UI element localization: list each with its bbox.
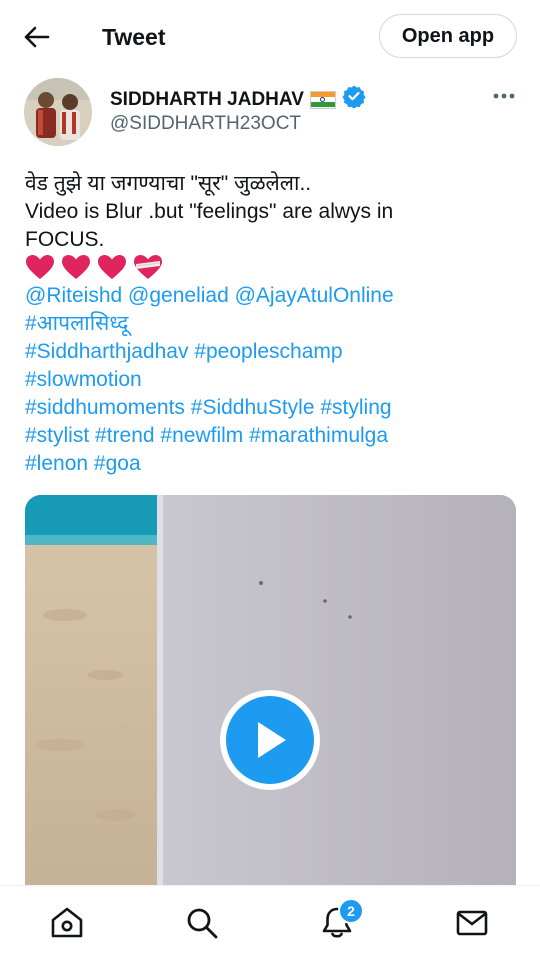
tweet-line: Video is Blur .but "feelings" are alwys … bbox=[25, 200, 394, 223]
mention-link[interactable]: @AjayAtulOnline bbox=[235, 284, 394, 307]
notification-count-badge: 2 bbox=[338, 898, 364, 924]
heart-emoji bbox=[26, 255, 54, 279]
india-flag-icon bbox=[309, 90, 336, 109]
hashtag-line: #आपलासिध्दू bbox=[25, 310, 525, 338]
hashtag-link[interactable]: #goa bbox=[94, 452, 141, 475]
tweet-line: वेड तुझे या जगण्याचा "सूर" जुळलेला.. bbox=[25, 172, 312, 195]
hashtag-line: #slowmotion bbox=[25, 366, 525, 394]
more-icon[interactable] bbox=[490, 86, 518, 106]
hashtag-link[interactable]: #Siddharthjadhav bbox=[25, 340, 188, 363]
tweet-text: वेड तुझे या जगण्याचा "सूर" जुळलेला.. Vid… bbox=[25, 170, 525, 478]
hashtag-link[interactable]: #lenon bbox=[25, 452, 88, 475]
play-icon bbox=[226, 696, 314, 784]
hashtag-link[interactable]: #styling bbox=[320, 396, 391, 419]
mention-link[interactable]: @geneliad bbox=[128, 284, 229, 307]
hashtag-link[interactable]: #slowmotion bbox=[25, 368, 142, 391]
mentions-line: @Riteishd @geneliad @AjayAtulOnline bbox=[25, 282, 525, 310]
hashtag-link[interactable]: #siddhumoments bbox=[25, 396, 185, 419]
hashtag-link[interactable]: #trend bbox=[95, 424, 155, 447]
heart-emoji bbox=[97, 255, 126, 279]
bottom-nav: 2 bbox=[0, 885, 540, 960]
hashtag-line: #stylist #trend #newfilm #marathimulga bbox=[25, 422, 525, 450]
tweet-line: FOCUS. bbox=[25, 228, 105, 251]
hashtag-link[interactable]: #peopleschamp bbox=[194, 340, 342, 363]
hashtag-line: #Siddharthjadhav #peopleschamp bbox=[25, 338, 525, 366]
avatar[interactable] bbox=[24, 78, 92, 146]
mention-link[interactable]: @Riteishd bbox=[25, 284, 122, 307]
hashtag-link[interactable]: #आपलासिध्दू bbox=[25, 312, 128, 335]
hashtag-link[interactable]: #marathimulga bbox=[249, 424, 388, 447]
hashtag-link[interactable]: #newfilm bbox=[160, 424, 243, 447]
open-app-button[interactable]: Open app bbox=[379, 14, 517, 58]
hashtag-link[interactable]: #stylist bbox=[25, 424, 89, 447]
author-name[interactable]: SIDDHARTH JADHAV bbox=[110, 88, 304, 112]
hashtag-line: #siddhumoments #SiddhuStyle #styling bbox=[25, 394, 525, 422]
top-bar: Tweet Open app bbox=[0, 0, 540, 72]
back-arrow-icon[interactable] bbox=[20, 22, 54, 52]
search-icon[interactable] bbox=[184, 905, 220, 941]
heart-emoji bbox=[61, 255, 90, 279]
play-button[interactable] bbox=[220, 690, 320, 790]
verified-badge-icon bbox=[342, 84, 366, 115]
home-icon[interactable] bbox=[49, 905, 85, 941]
hashtag-link[interactable]: #SiddhuStyle bbox=[191, 396, 315, 419]
hashtag-line: #lenon #goa bbox=[25, 450, 525, 478]
messages-icon[interactable] bbox=[454, 905, 490, 941]
author-name-row[interactable]: SIDDHARTH JADHAV bbox=[110, 84, 366, 115]
emoji-row bbox=[25, 254, 525, 282]
author-handle[interactable]: @SIDDHARTH23OCT bbox=[110, 112, 301, 136]
page-title: Tweet bbox=[102, 24, 166, 50]
mending-heart-emoji bbox=[133, 255, 162, 279]
